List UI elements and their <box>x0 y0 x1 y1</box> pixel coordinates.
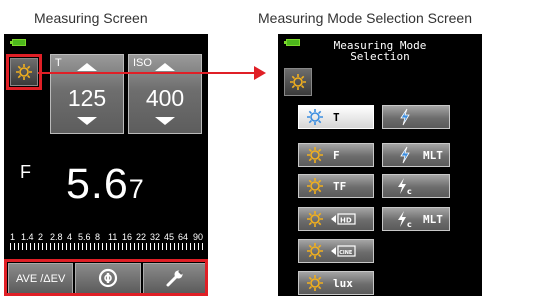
battery-icon <box>10 39 26 46</box>
scale-label: 2 <box>38 232 44 242</box>
iso-panel[interactable]: ISO 400 <box>128 54 202 134</box>
scale-label: 1 <box>10 232 16 242</box>
shutter-speed-panel[interactable]: T 125 <box>50 54 124 134</box>
mode-label: F <box>333 148 340 162</box>
iso-down-arrow-icon[interactable] <box>155 117 175 125</box>
iso-label: ISO <box>133 57 152 69</box>
mode-flash[interactable] <box>382 105 450 129</box>
aperture-main: 5.6 <box>66 160 129 208</box>
mode-selection-screen: Measuring Mode Selection T F MLT TF c HD <box>278 34 482 296</box>
mode-flash-cumulative[interactable]: c <box>382 174 450 198</box>
shutter-up-arrow-icon[interactable] <box>77 63 97 71</box>
bottom-toolbar-highlight <box>4 259 208 296</box>
transition-arrow-head <box>254 66 266 80</box>
selection-screen-caption: Measuring Mode Selection Screen <box>258 10 473 26</box>
shutter-down-arrow-icon[interactable] <box>77 117 97 125</box>
svg-text:HD: HD <box>340 217 352 225</box>
sun-icon <box>303 242 327 260</box>
sun-icon <box>303 146 327 164</box>
sun-icon <box>303 210 327 228</box>
mode-flash-mlt[interactable]: MLT <box>382 143 450 167</box>
scale-label: 22 <box>136 232 147 242</box>
mode-lux[interactable]: lux <box>298 271 374 295</box>
scale-ticks <box>10 243 206 250</box>
scale-label: 45 <box>164 232 175 242</box>
sun-icon <box>303 274 327 292</box>
mode-ambient-hd[interactable]: HD <box>298 207 374 231</box>
scale-label: 16 <box>122 232 133 242</box>
flash-icon <box>393 146 417 164</box>
mode-label: MLT <box>423 148 443 162</box>
iso-up-arrow-icon[interactable] <box>155 63 175 71</box>
scale-label: 11 <box>108 232 118 242</box>
transition-arrow-line <box>38 72 256 74</box>
mode-ambient-tf[interactable]: TF <box>298 174 374 198</box>
mode-label: lux <box>333 276 353 290</box>
aperture-tenths: 7 <box>128 174 145 204</box>
selection-title: Measuring Mode Selection <box>278 40 482 62</box>
svg-text:c: c <box>407 187 412 195</box>
scale-label: 64 <box>178 232 189 242</box>
aperture-scale: 1 1.4 2 2.8 4 5.6 8 11 16 22 32 45 64 90 <box>10 232 206 250</box>
measuring-screen-caption: Measuring Screen <box>34 10 148 26</box>
scale-label: 5.6 <box>78 232 91 242</box>
scale-label: 90 <box>193 232 204 242</box>
aperture-value: 5.67 <box>66 160 145 209</box>
mode-ambient-t[interactable]: T <box>298 105 374 129</box>
mode-ambient-f[interactable]: F <box>298 143 374 167</box>
selection-title-line2: Selection <box>350 50 410 63</box>
cine-camera-icon: CINE <box>329 245 357 257</box>
flash-cumulative-icon: c <box>393 210 417 228</box>
mode-label: T <box>333 110 340 124</box>
sun-icon <box>303 108 327 126</box>
mode-button-highlight <box>6 54 42 90</box>
flash-icon <box>393 108 417 126</box>
hd-video-icon: HD <box>329 213 357 225</box>
scale-label: 4 <box>67 232 73 242</box>
mode-flash-cumulative-mlt[interactable]: c MLT <box>382 207 450 231</box>
mode-ambient-cine[interactable]: CINE <box>298 239 374 263</box>
scale-label: 32 <box>150 232 161 242</box>
mode-label: TF <box>333 179 347 193</box>
svg-text:CINE: CINE <box>339 250 353 256</box>
sun-icon <box>303 177 327 195</box>
svg-text:c: c <box>407 220 412 228</box>
mode-label: MLT <box>423 212 443 226</box>
aperture-label: F <box>20 162 31 182</box>
iso-value: 400 <box>145 85 185 111</box>
shutter-label: T <box>55 57 62 69</box>
current-mode-button[interactable] <box>284 68 312 96</box>
sun-icon <box>289 73 307 91</box>
scale-label: 1.4 <box>21 232 34 242</box>
scale-label: 8 <box>95 232 101 242</box>
scale-label: 2.8 <box>50 232 63 242</box>
flash-cumulative-icon: c <box>393 177 417 195</box>
shutter-value: 125 <box>67 85 107 111</box>
